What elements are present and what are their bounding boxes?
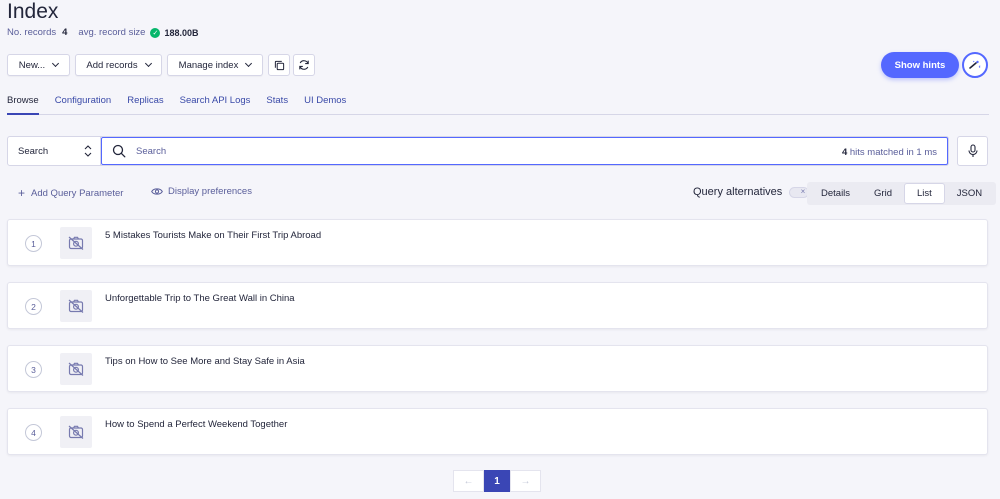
view-details[interactable]: Details [809,183,862,204]
hits-info: 4 hits matched in 1 ms [842,147,937,158]
avg-size-label: avg. record size [78,27,146,38]
chevron-down-icon [245,59,253,68]
check-circle-icon: ✓ [150,27,161,38]
hit-item[interactable]: 2 Unforgettable Trip to The Great Wall i… [7,282,988,329]
no-image-icon [60,290,92,322]
refresh-icon [299,60,309,70]
chevron-updown-icon [84,145,92,157]
search-icon [112,144,126,158]
chevron-down-icon [52,59,60,68]
next-page-button[interactable]: → [510,470,541,492]
tab-search-api-logs[interactable]: Search API Logs [180,94,251,114]
tab-browse[interactable]: Browse [7,94,39,115]
search-type-select[interactable]: Search [8,137,101,165]
search-type-value: Search [18,145,49,157]
assistant-avatar[interactable] [962,52,988,78]
query-alternatives-label: Query alternatives [693,186,783,198]
hit-item[interactable]: 1 5 Mistakes Tourists Make on Their Firs… [7,219,988,266]
hit-position: 3 [25,361,42,378]
search-field: 4 hits matched in 1 ms [101,137,948,165]
page-1-button[interactable]: 1 [484,470,510,492]
add-query-parameter-button[interactable]: + Add Query Parameter [18,186,123,200]
prev-page-button[interactable]: ← [453,470,484,492]
close-icon: × [800,186,806,196]
show-hints-button[interactable]: Show hints [881,52,959,78]
display-preferences-button[interactable]: Display preferences [151,186,252,197]
view-json[interactable]: JSON [945,183,994,204]
add-query-parameter-label: Add Query Parameter [31,187,124,199]
add-records-button[interactable]: Add records [75,54,162,76]
hit-item[interactable]: 4 How to Spend a Perfect Weekend Togethe… [7,408,988,455]
tab-stats[interactable]: Stats [266,94,288,114]
new-dropdown-button[interactable]: New... [7,54,70,76]
hit-title: How to Spend a Perfect Weekend Together [105,419,288,430]
hit-item[interactable]: 3 Tips on How to See More and Stay Safe … [7,345,988,392]
no-image-icon [60,353,92,385]
query-alternatives: Query alternatives × [693,186,810,198]
hit-position: 4 [25,424,42,441]
manage-index-label: Manage index [178,59,239,71]
tab-ui-demos[interactable]: UI Demos [304,94,346,114]
index-meta: No. records 4 avg. record size ✓ 188.00B [7,27,199,38]
hit-position: 1 [25,235,42,252]
hit-title: 5 Mistakes Tourists Make on Their First … [105,230,322,241]
view-list[interactable]: List [904,183,945,204]
chevron-down-icon [144,59,152,68]
manage-index-button[interactable]: Manage index [167,54,263,76]
page-title: Index [7,0,59,23]
search-input[interactable] [136,145,736,157]
tab-replicas[interactable]: Replicas [127,94,163,114]
pagination: ← 1 → [453,470,541,492]
hit-position: 2 [25,298,42,315]
hit-title: Tips on How to See More and Stay Safe in… [105,356,305,367]
display-preferences-label: Display preferences [168,186,252,197]
hits-count: 4 [841,147,848,158]
magic-wand-icon [969,60,981,69]
tab-configuration[interactable]: Configuration [55,94,112,114]
no-image-icon [60,227,92,259]
search-bar: Search 4 hits matched in 1 ms [7,136,949,166]
avg-size-value: 188.00B [164,27,199,38]
refresh-button[interactable] [293,54,315,76]
plus-icon: + [18,186,26,200]
hits-text: hits matched in 1 ms [849,147,937,158]
records-value: 4 [62,27,68,38]
view-mode-switch: Details Grid List JSON [807,182,997,205]
eye-icon [151,188,163,195]
voice-search-button[interactable] [957,136,988,166]
new-label: New... [18,59,46,71]
add-records-label: Add records [86,59,138,71]
no-image-icon [60,416,92,448]
view-grid[interactable]: Grid [862,183,904,204]
microphone-icon [967,144,978,157]
hit-title: Unforgettable Trip to The Great Wall in … [105,293,295,304]
copy-button[interactable] [268,54,290,76]
index-tabs: Browse Configuration Replicas Search API… [7,94,989,115]
records-label: No. records [7,27,57,38]
copy-icon [274,60,284,70]
